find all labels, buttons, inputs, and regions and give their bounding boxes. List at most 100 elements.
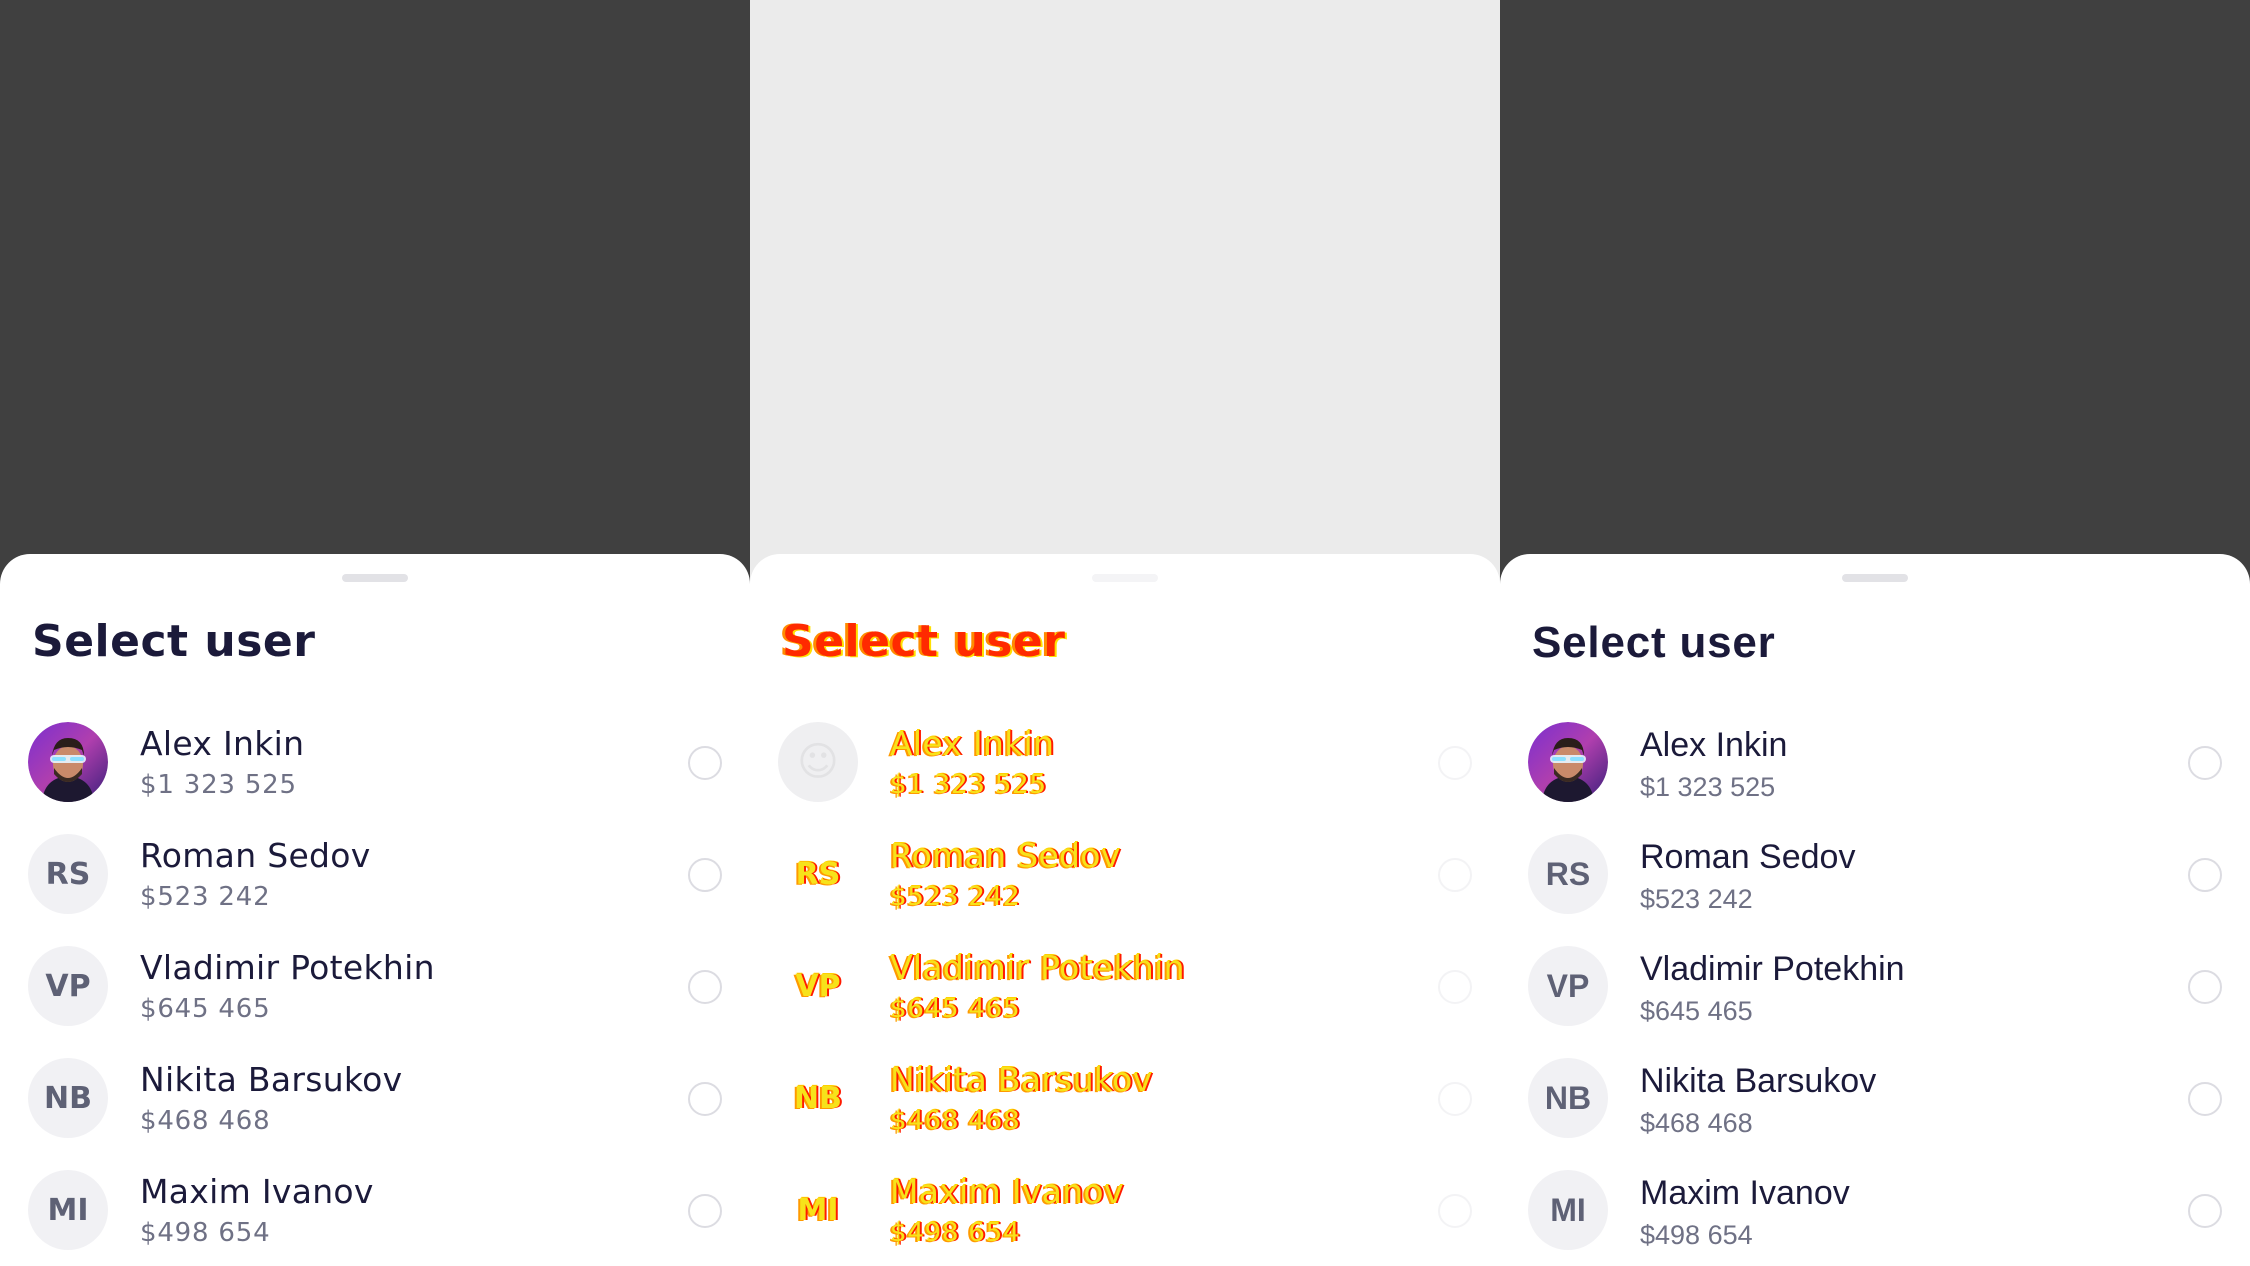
modal-backdrop[interactable] [0, 0, 750, 600]
avatar: MI [1528, 1170, 1608, 1250]
radio-unchecked-icon[interactable] [2188, 970, 2222, 1004]
radio-unchecked-icon[interactable] [2188, 1082, 2222, 1116]
user-row-alex-inkin[interactable]: Alex Inkin $1 323 525 [1500, 708, 2250, 820]
user-name: Alex Inkin [890, 724, 1055, 763]
avatar-initials: NB [794, 1080, 842, 1116]
sheet-title: Select user [32, 616, 316, 667]
avatar: ☺ [778, 722, 858, 802]
avatar-initials: RS [1545, 855, 1591, 892]
avatar: VP [778, 946, 858, 1026]
radio-unchecked-icon [1438, 746, 1472, 780]
user-amount: $468 468 [890, 1106, 1021, 1136]
user-row-roman-sedov[interactable]: RS Roman Sedov $523 242 [0, 820, 750, 932]
drag-handle-icon[interactable] [1842, 574, 1908, 582]
user-row-nikita-barsukov[interactable]: NB Nikita Barsukov $468 468 [0, 1044, 750, 1156]
user-photo-icon [1528, 722, 1608, 802]
radio-unchecked-icon[interactable] [688, 1194, 722, 1228]
sheet-title: Select user [1532, 618, 1776, 667]
radio-unchecked-icon[interactable] [2188, 746, 2222, 780]
user-row-vladimir-potekhin[interactable]: VP Vladimir Potekhin $645 465 [0, 932, 750, 1044]
avatar [28, 722, 108, 802]
avatar-initials: VP [45, 968, 91, 1004]
user-name: Vladimir Potekhin [890, 948, 1185, 987]
user-photo-icon: ☺ [778, 722, 858, 802]
user-amount: $468 468 [140, 1106, 271, 1136]
modal-backdrop [750, 0, 1500, 600]
user-amount: $523 242 [1640, 884, 1753, 914]
bottom-sheet: Select user Alex Inkin $1 323 525 RS Rom… [1500, 554, 2250, 1266]
user-row-nikita-barsukov: NB Nikita Barsukov $468 468 [750, 1044, 1500, 1156]
user-amount: $523 242 [890, 882, 1021, 912]
screenshot-panel-right: Select user Alex Inkin $1 323 525 RS Rom… [1500, 0, 2250, 1266]
user-row-vladimir-potekhin[interactable]: VP Vladimir Potekhin $645 465 [1500, 932, 2250, 1044]
user-list: Alex Inkin $1 323 525 RS Roman Sedov $52… [0, 708, 750, 1266]
user-amount: $1 323 525 [890, 770, 1047, 800]
user-name: Roman Sedov [890, 836, 1121, 875]
avatar [1528, 722, 1608, 802]
user-row-maxim-ivanov: MI Maxim Ivanov $498 654 [750, 1156, 1500, 1266]
drag-handle-icon [1092, 574, 1158, 582]
radio-unchecked-icon[interactable] [688, 970, 722, 1004]
user-name: Alex Inkin [1640, 726, 1788, 764]
radio-unchecked-icon[interactable] [688, 1082, 722, 1116]
radio-unchecked-icon [1438, 858, 1472, 892]
radio-unchecked-icon[interactable] [688, 858, 722, 892]
avatar-initials: MI [1550, 1191, 1586, 1228]
bottom-sheet: Select user ☺ Alex Inkin $1 323 525 RS R… [750, 554, 1500, 1266]
user-name: Roman Sedov [1640, 838, 1856, 876]
user-amount: $498 654 [1640, 1220, 1753, 1250]
user-row-nikita-barsukov[interactable]: NB Nikita Barsukov $468 468 [1500, 1044, 2250, 1156]
avatar: RS [1528, 834, 1608, 914]
radio-unchecked-icon[interactable] [2188, 858, 2222, 892]
avatar-initials: RS [795, 856, 841, 892]
avatar: RS [28, 834, 108, 914]
user-row-roman-sedov[interactable]: RS Roman Sedov $523 242 [1500, 820, 2250, 932]
user-row-maxim-ivanov[interactable]: MI Maxim Ivanov $498 654 [0, 1156, 750, 1266]
avatar: NB [1528, 1058, 1608, 1138]
avatar: MI [778, 1170, 858, 1250]
user-name: Maxim Ivanov [140, 1172, 374, 1211]
drag-handle-icon[interactable] [342, 574, 408, 582]
user-name: Maxim Ivanov [890, 1172, 1124, 1211]
avatar-initials: NB [1544, 1079, 1592, 1116]
user-row-vladimir-potekhin: VP Vladimir Potekhin $645 465 [750, 932, 1500, 1044]
radio-unchecked-icon[interactable] [688, 746, 722, 780]
user-row-maxim-ivanov[interactable]: MI Maxim Ivanov $498 654 [1500, 1156, 2250, 1266]
avatar-initials: NB [44, 1080, 92, 1116]
user-amount: $645 465 [140, 994, 271, 1024]
user-name: Vladimir Potekhin [140, 948, 435, 987]
radio-unchecked-icon [1438, 970, 1472, 1004]
avatar: NB [28, 1058, 108, 1138]
avatar: NB [778, 1058, 858, 1138]
avatar: VP [28, 946, 108, 1026]
avatar-initials: VP [1546, 967, 1590, 1004]
user-name: Nikita Barsukov [890, 1060, 1153, 1099]
user-amount: $645 465 [1640, 996, 1753, 1026]
radio-unchecked-icon [1438, 1194, 1472, 1228]
user-name: Vladimir Potekhin [1640, 950, 1905, 988]
sheet-title: Select user [782, 616, 1066, 667]
user-name: Maxim Ivanov [1640, 1174, 1850, 1212]
user-amount: $523 242 [140, 882, 271, 912]
user-amount: $1 323 525 [1640, 772, 1776, 802]
avatar-initials: MI [797, 1192, 839, 1228]
user-list: ☺ Alex Inkin $1 323 525 RS Roman Sedov $… [750, 708, 1500, 1266]
modal-backdrop[interactable] [1500, 0, 2250, 600]
user-amount: $1 323 525 [140, 770, 297, 800]
user-amount: $645 465 [890, 994, 1021, 1024]
avatar-initials: MI [47, 1192, 89, 1228]
avatar: RS [778, 834, 858, 914]
radio-unchecked-icon [1438, 1082, 1472, 1116]
user-row-alex-inkin[interactable]: Alex Inkin $1 323 525 [0, 708, 750, 820]
user-photo-icon [28, 722, 108, 802]
user-name: Roman Sedov [140, 836, 371, 875]
user-name: Nikita Barsukov [140, 1060, 403, 1099]
user-name: Alex Inkin [140, 724, 305, 763]
user-amount: $468 468 [1640, 1108, 1753, 1138]
user-amount: $498 654 [140, 1218, 271, 1248]
avatar-initials: RS [45, 856, 91, 892]
user-name: Nikita Barsukov [1640, 1062, 1877, 1100]
user-amount: $498 654 [890, 1218, 1021, 1248]
avatar: VP [1528, 946, 1608, 1026]
radio-unchecked-icon[interactable] [2188, 1194, 2222, 1228]
